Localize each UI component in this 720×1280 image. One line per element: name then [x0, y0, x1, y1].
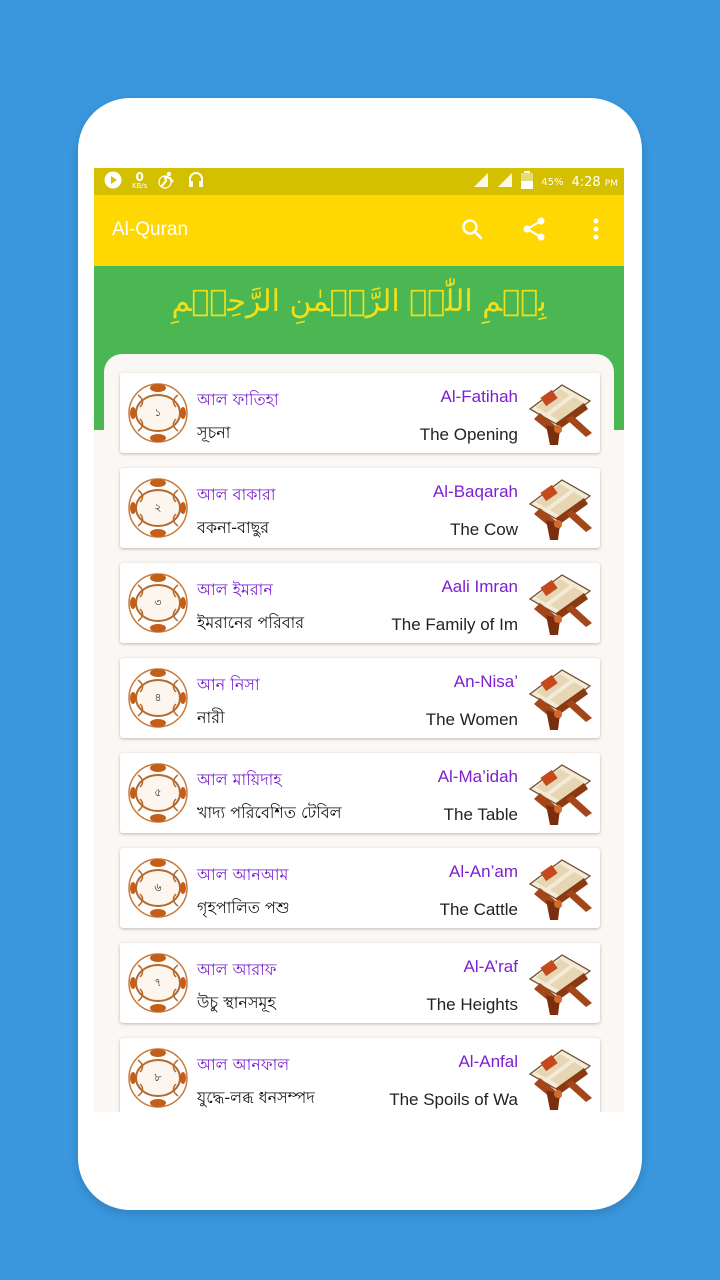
surah-bangla-name: আল ফাতিহা — [197, 390, 279, 409]
search-icon — [462, 219, 483, 240]
surah-card-5[interactable]: ৫ আল মায়িদাহ খাদ্য পরিবেশিত টেবিল Al-Ma… — [120, 753, 600, 833]
surah-bangla-name: আল আনফাল — [197, 1055, 290, 1074]
surah-english-meaning: The Women — [425, 710, 518, 729]
surah-bangla-meaning: সূচনা — [197, 423, 231, 442]
surah-english-name: Al-Baqarah — [432, 482, 518, 501]
surah-number: ১ — [154, 405, 162, 419]
surah-number: ৫ — [154, 785, 162, 799]
surah-number: ৬ — [154, 880, 162, 894]
status-bar: 0 KB/s 45% 4:28 PM — [94, 168, 624, 195]
surah-card-6[interactable]: ৬ আল আনআম গৃহপালিত পশু Al-An’am The Catt… — [120, 848, 600, 928]
surah-english-meaning: The Opening — [419, 425, 518, 444]
surah-number: ৭ — [154, 975, 162, 989]
more-options-button[interactable] — [580, 213, 612, 245]
search-button[interactable] — [456, 213, 488, 245]
surah-bangla-meaning: উচু স্থানসমূহ — [197, 993, 276, 1012]
battery-percent: 45% — [541, 176, 564, 188]
surah-number: ৩ — [154, 595, 162, 609]
quran-book-icon — [528, 764, 592, 825]
app-title: Al-Quran — [112, 219, 189, 240]
quran-book-icon — [528, 954, 592, 1015]
quran-book-icon — [528, 384, 592, 445]
surah-english-name: Al-Fatihah — [440, 387, 518, 406]
surah-card-2[interactable]: ২ আল বাকারা বকনা-বাছুর Al-Baqarah The Co… — [120, 468, 600, 548]
surah-bangla-meaning: নারী — [197, 708, 225, 727]
net-speed: 0 KB/s — [132, 170, 148, 190]
surah-bangla-name: আল বাকারা — [197, 485, 276, 504]
quran-book-icon — [528, 574, 592, 635]
surah-card-7[interactable]: ৭ আল আরাফ উচু স্থানসমূহ Al-A’raf The Hei… — [120, 943, 600, 1023]
surah-english-name: Al-Ma’idah — [437, 767, 518, 786]
surah-english-name: Aali Imran — [441, 577, 518, 596]
surah-number: ৪ — [154, 690, 162, 704]
surah-list-panel: ১ আল ফাতিহা সূচনা Al-Fatihah The Opening — [104, 354, 614, 1112]
quran-book-icon — [528, 1049, 592, 1110]
surah-card-4[interactable]: ৪ আন নিসা নারী An-Nisa’ The Women — [120, 658, 600, 738]
surah-bangla-name: আন নিসা — [197, 675, 260, 694]
quran-book-icon — [528, 669, 592, 730]
surah-bangla-name: আল আনআম — [197, 865, 289, 884]
signal-icon — [473, 172, 489, 192]
surah-number: ২ — [154, 500, 162, 514]
signal-icon-2 — [497, 172, 513, 192]
share-button[interactable] — [518, 213, 550, 245]
surah-bangla-meaning: যুদ্ধে-লব্ধ ধনসম্পদ — [197, 1088, 315, 1107]
surah-card-8[interactable]: ৮ আল আনফাল যুদ্ধে-লব্ধ ধনসম্পদ Al-Anfal … — [120, 1038, 600, 1112]
share-icon — [523, 217, 545, 241]
surah-bangla-name: আল মায়িদাহ — [197, 770, 282, 789]
surah-english-name: Al-An’am — [449, 862, 518, 881]
surah-english-meaning: The Spoils of Wa — [389, 1090, 518, 1109]
surah-bangla-name: আল আরাফ — [197, 960, 277, 979]
more-vert-icon — [593, 218, 599, 240]
surah-english-meaning: The Table — [443, 805, 518, 824]
app-bar: Al-Quran — [94, 195, 624, 266]
surah-number: ৮ — [154, 1070, 162, 1084]
surah-card-1[interactable]: ১ আল ফাতিহা সূচনা Al-Fatihah The Opening — [120, 373, 600, 453]
quran-book-icon — [528, 859, 592, 920]
bismillah-text: بِسۡمِ اللّٰہِ الرَّحۡمٰنِ الرَّحِیۡمِ — [171, 284, 547, 319]
surah-english-name: Al-A’raf — [463, 957, 518, 976]
surah-english-name: Al-Anfal — [458, 1052, 518, 1071]
surah-english-meaning: The Family of Im — [391, 615, 518, 634]
quran-book-icon — [528, 479, 592, 540]
clock: 4:28 PM — [571, 174, 618, 190]
surah-bangla-meaning: খাদ্য পরিবেশিত টেবিল — [197, 803, 342, 822]
surah-english-meaning: The Heights — [426, 995, 518, 1014]
surah-english-meaning: The Cattle — [439, 900, 518, 919]
play-icon — [104, 171, 122, 193]
surah-bangla-meaning: ইমরানের পরিবার — [197, 613, 305, 632]
battery-icon — [521, 171, 534, 193]
surah-card-3[interactable]: ৩ আল ইমরান ইমরানের পরিবার Aali Imran The… — [120, 563, 600, 643]
surah-bangla-meaning: বকনা-বাছুর — [197, 518, 270, 537]
surah-english-name: An-Nisa’ — [453, 672, 518, 691]
surah-english-meaning: The Cow — [449, 520, 518, 539]
surah-bangla-meaning: গৃহপালিত পশু — [197, 898, 290, 917]
headset-icon — [187, 171, 205, 193]
running-app-icon — [157, 171, 177, 193]
app-screen: 0 KB/s 45% 4:28 PM Al-Quran بِسۡمِ اللّٰ… — [94, 168, 624, 1112]
surah-bangla-name: আল ইমরান — [197, 580, 273, 599]
